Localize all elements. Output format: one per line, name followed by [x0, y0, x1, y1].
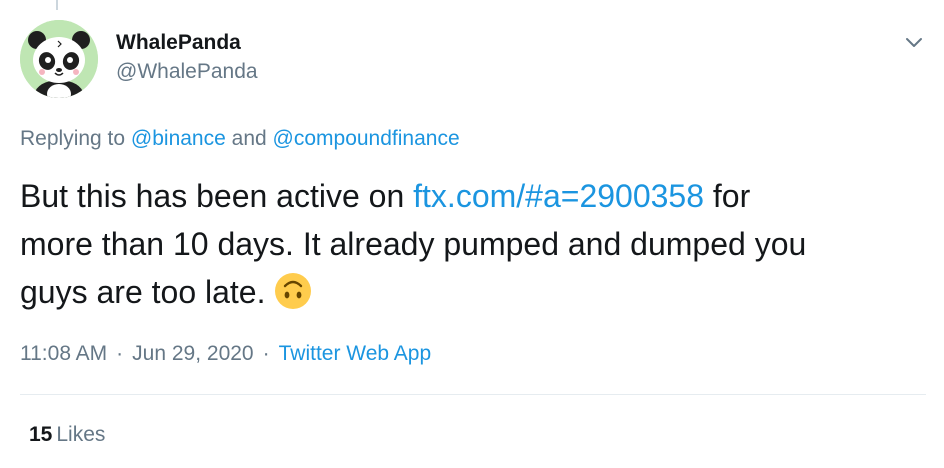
likes-stat[interactable]: 15 Likes: [29, 420, 105, 450]
thread-line: [56, 0, 58, 10]
tweet: WhalePanda @WhalePanda Replying to @bina…: [0, 0, 944, 468]
tweet-meta: 11:08 AM · Jun 29, 2020 · Twitter Web App: [20, 339, 431, 369]
mention-compoundfinance[interactable]: @compoundfinance: [273, 127, 460, 150]
panda-avatar-icon: [20, 20, 98, 98]
divider: [20, 394, 926, 395]
avatar[interactable]: [20, 20, 98, 98]
tweet-line-2: more than 10 days. It already pumped and…: [20, 226, 807, 262]
replying-to: Replying to @binance and @compoundfinanc…: [20, 124, 460, 154]
display-name[interactable]: WhalePanda: [116, 30, 258, 56]
separator: ·: [262, 342, 270, 365]
tweet-date[interactable]: Jun 29, 2020: [132, 342, 253, 365]
replying-prefix: Replying to: [20, 127, 126, 150]
tweet-source[interactable]: Twitter Web App: [279, 342, 432, 365]
tweet-link[interactable]: ftx.com/#a=2900358: [413, 178, 704, 214]
likes-label: Likes: [56, 423, 106, 446]
tweet-text: But this has been active on ftx.com/#a=2…: [20, 172, 930, 316]
handle[interactable]: @WhalePanda: [116, 58, 258, 86]
tweet-text-end: guys are too late.: [20, 274, 266, 310]
tweet-text-start: But this has been active on: [20, 178, 405, 214]
tweet-time[interactable]: 11:08 AM: [20, 342, 107, 365]
user-info: WhalePanda @WhalePanda: [116, 30, 258, 86]
likes-count: 15: [29, 423, 53, 446]
upside-down-face-icon: [273, 271, 313, 311]
tweet-line-3: guys are too late.: [20, 268, 930, 316]
tweet-line-1: But this has been active on ftx.com/#a=2…: [20, 172, 930, 220]
tweet-text-for: for: [712, 178, 751, 214]
replying-and: and: [231, 127, 267, 150]
mention-binance[interactable]: @binance: [131, 127, 226, 150]
chevron-down-icon: [906, 38, 922, 47]
separator: ·: [116, 342, 124, 365]
tweet-menu-button[interactable]: [902, 30, 926, 54]
